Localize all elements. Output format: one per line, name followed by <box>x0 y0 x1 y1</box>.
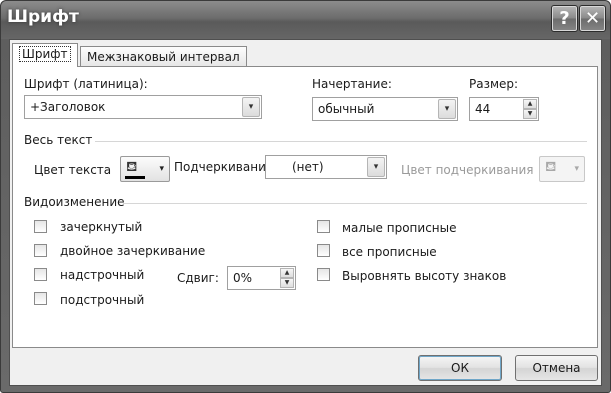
font-color-button[interactable]: ⛾ ▾ <box>120 156 170 182</box>
double-strikethrough-checkbox[interactable] <box>34 244 47 257</box>
tab-font[interactable]: Шрифт <box>12 43 78 67</box>
size-spin-buttons: ▲ ▼ <box>523 99 537 119</box>
color-swatch <box>125 176 145 179</box>
close-icon: ✕ <box>584 8 601 29</box>
latin-font-label: Шрифт (латиница): <box>24 77 148 91</box>
size-label: Размер: <box>469 77 519 91</box>
latin-font-combo[interactable]: +Заголовок ▾ <box>24 95 262 119</box>
fill-bucket-icon: ⛾ <box>545 159 557 175</box>
offset-value: 0% <box>233 271 253 285</box>
divider <box>123 203 587 204</box>
spin-down-icon[interactable]: ▼ <box>280 278 294 288</box>
size-spinner[interactable]: 44 ▲ ▼ <box>469 97 539 121</box>
underline-combo[interactable]: (нет) ▾ <box>265 155 387 179</box>
subscript-checkbox[interactable] <box>34 292 47 305</box>
cancel-button[interactable]: Отмена <box>515 355 598 381</box>
font-dialog: Шрифт ? ✕ Шрифт Межзнаковый интервал Шри… <box>0 0 611 393</box>
small-caps-checkbox[interactable] <box>317 220 330 233</box>
chevron-down-icon: ▾ <box>574 164 579 174</box>
title-bar: Шрифт ? ✕ <box>1 1 610 39</box>
effects-section-label: Видоизменение <box>24 195 125 209</box>
font-tab-panel: Шрифт (латиница): Начертание: Размер: +З… <box>12 66 598 348</box>
strikethrough-checkbox[interactable] <box>34 220 47 233</box>
underline-value: (нет) <box>292 160 324 174</box>
size-value: 44 <box>475 102 491 116</box>
style-combo[interactable]: обычный ▾ <box>312 97 458 121</box>
offset-spin-buttons: ▲ ▼ <box>280 268 294 288</box>
chevron-down-icon[interactable]: ▾ <box>242 97 260 117</box>
chevron-down-icon[interactable]: ▾ <box>438 99 456 119</box>
tab-character-spacing[interactable]: Межзнаковый интервал <box>80 46 247 68</box>
tab-font-label: Шрифт <box>19 46 71 62</box>
help-icon: ? <box>559 8 570 29</box>
all-caps-label: все прописные <box>342 245 437 259</box>
offset-spinner[interactable]: 0% ▲ ▼ <box>227 266 296 290</box>
strikethrough-label: зачеркнутый <box>60 220 143 234</box>
font-color-label: Цвет текста <box>34 163 112 177</box>
help-button[interactable]: ? <box>551 5 578 32</box>
dialog-body: Шрифт Межзнаковый интервал Шрифт (латини… <box>9 39 602 386</box>
underline-color-button[interactable]: ⛾ ▾ <box>539 156 585 182</box>
all-text-section-label: Весь текст <box>24 133 93 147</box>
equalize-height-checkbox[interactable] <box>317 268 330 281</box>
close-button[interactable]: ✕ <box>579 5 606 32</box>
superscript-checkbox[interactable] <box>34 268 47 281</box>
underline-label: Подчеркивание <box>174 160 274 174</box>
chevron-down-icon: ▾ <box>159 164 164 174</box>
ok-button[interactable]: ОК <box>418 355 502 381</box>
double-strikethrough-label: двойное зачеркивание <box>60 244 206 258</box>
latin-font-value: +Заголовок <box>30 100 106 114</box>
spin-up-icon[interactable]: ▲ <box>523 99 537 109</box>
fill-bucket-icon: ⛾ <box>126 159 138 175</box>
superscript-label: надстрочный <box>60 268 145 282</box>
tab-character-spacing-label: Межзнаковый интервал <box>87 50 240 64</box>
divider <box>95 141 587 142</box>
style-value: обычный <box>318 102 375 116</box>
style-label: Начертание: <box>312 77 392 91</box>
spin-up-icon[interactable]: ▲ <box>280 268 294 278</box>
spin-down-icon[interactable]: ▼ <box>523 109 537 119</box>
all-caps-checkbox[interactable] <box>317 244 330 257</box>
offset-label: Сдвиг: <box>177 271 219 285</box>
small-caps-label: малые прописные <box>342 221 457 235</box>
dialog-title: Шрифт <box>7 7 79 27</box>
equalize-height-label: Выровнять высоту знаков <box>342 269 507 283</box>
chevron-down-icon[interactable]: ▾ <box>367 157 385 177</box>
subscript-label: подстрочный <box>60 293 145 307</box>
underline-color-label: Цвет подчеркивания <box>401 163 534 177</box>
